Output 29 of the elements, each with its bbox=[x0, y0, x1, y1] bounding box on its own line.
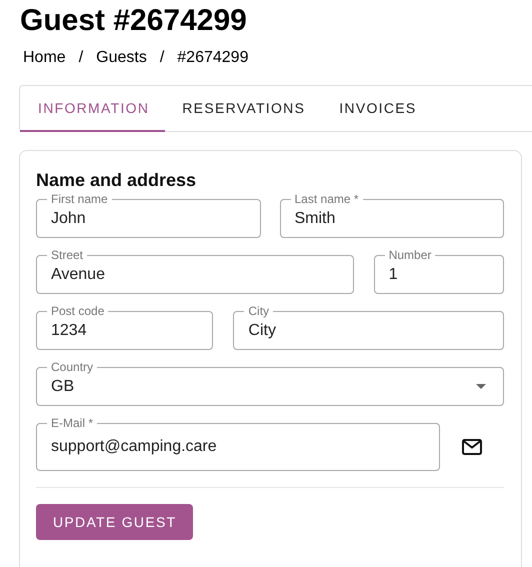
text-field[interactable]: Number 1 bbox=[374, 249, 504, 294]
section-heading: Name and address bbox=[36, 169, 198, 191]
field-label: City bbox=[247, 305, 270, 317]
update-guest-button[interactable]: UPDATE GUEST bbox=[36, 504, 194, 540]
breadcrumb-link[interactable]: Home bbox=[23, 48, 66, 68]
text-field[interactable]: City City bbox=[233, 305, 504, 350]
page-title: Guest #2674299 bbox=[19, 3, 248, 38]
text-field[interactable]: Post code 1234 bbox=[36, 305, 214, 350]
field-label: Country bbox=[50, 361, 94, 373]
field-label: E-Mail * bbox=[50, 417, 94, 429]
mail-icon[interactable] bbox=[462, 439, 482, 455]
text-field[interactable]: First name John bbox=[36, 193, 260, 238]
country-select[interactable]: Country GB bbox=[36, 361, 504, 406]
text-field[interactable]: E-Mail * support@camping.care bbox=[36, 417, 440, 471]
field-label: First name bbox=[50, 193, 109, 205]
text-field[interactable]: Last name * Smith bbox=[280, 193, 504, 238]
breadcrumb-separator: / bbox=[160, 48, 164, 68]
text-field[interactable]: Street Avenue bbox=[36, 249, 354, 294]
field-label: Last name * bbox=[294, 193, 360, 205]
tab[interactable]: INVOICES bbox=[322, 86, 434, 132]
field-label: Number bbox=[388, 249, 432, 261]
field-label: Street bbox=[50, 249, 84, 261]
breadcrumb-separator: / bbox=[78, 48, 84, 68]
breadcrumb-link[interactable]: #2674299 bbox=[177, 48, 248, 68]
tab[interactable]: RESERVATIONS bbox=[165, 86, 322, 132]
breadcrumb-link[interactable]: Guests bbox=[96, 48, 147, 68]
dropdown-caret-icon bbox=[476, 384, 486, 389]
tab[interactable]: INFORMATION bbox=[20, 86, 166, 132]
field-label: Post code bbox=[50, 305, 106, 317]
